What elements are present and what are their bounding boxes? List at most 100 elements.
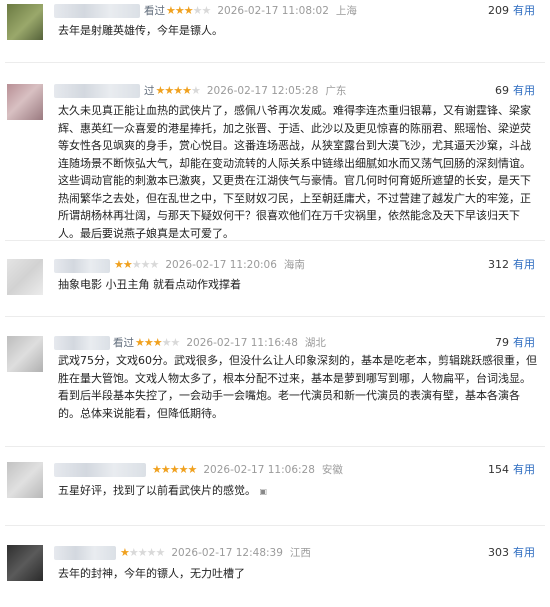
vote-area: 303 有用	[488, 545, 535, 561]
review-location: 广东	[325, 85, 347, 97]
review-meta: 看过★★★★★ 2026-02-17 11:08:02 上海	[144, 3, 357, 19]
review-text-body: 五星好评，找到了以前看武侠片的感觉。	[58, 484, 256, 497]
vote-count: 209	[488, 4, 509, 17]
divider	[5, 446, 545, 447]
star-empty-icon: ★	[191, 84, 201, 97]
star-filled-icon: ★	[152, 336, 163, 349]
star-empty-icon: ★	[155, 546, 166, 559]
review-text: 去年是射雕英雄传，今年是镖人。	[58, 24, 223, 37]
review-date: 2026-02-17 12:05:28	[206, 85, 319, 97]
avatar[interactable]	[7, 336, 43, 372]
star-filled-icon: ★	[152, 463, 162, 476]
rating-stars: ★★★★★	[135, 335, 181, 351]
review-meta: 过★★★★★ 2026-02-17 12:05:28 广东	[144, 83, 346, 99]
star-empty-icon: ★	[146, 546, 157, 559]
star-filled-icon: ★	[173, 84, 183, 97]
star-empty-icon: ★	[161, 336, 172, 349]
star-filled-icon: ★	[164, 84, 174, 97]
star-empty-icon: ★	[137, 546, 148, 559]
review-text: 太久未见真正能让血热的武侠片了，感佩八爷再次发威。难得李连杰重归银幕，又有谢霆锋…	[58, 104, 531, 240]
review-meta: ★★★★★ 2026-02-17 11:20:06 海南	[113, 257, 305, 273]
star-filled-icon: ★	[178, 463, 189, 476]
star-filled-icon: ★	[143, 336, 154, 349]
review-location: 江西	[289, 547, 311, 559]
vote-area: 154 有用	[488, 462, 535, 478]
review-location: 湖北	[304, 337, 326, 349]
divider	[5, 525, 545, 526]
star-empty-icon: ★	[140, 258, 151, 271]
review-date: 2026-02-17 11:16:48	[186, 337, 298, 349]
star-empty-icon: ★	[128, 546, 139, 559]
rating-stars: ★★★★★	[156, 83, 201, 99]
username-blurred[interactable]	[54, 259, 110, 273]
star-filled-icon: ★	[122, 258, 133, 271]
vote-area: 79 有用	[495, 335, 535, 351]
username-blurred[interactable]	[54, 463, 146, 477]
review-meta: ★★★★★ 2026-02-17 11:06:28 安徽	[151, 462, 343, 478]
star-filled-icon: ★	[183, 4, 194, 17]
star-filled-icon: ★	[120, 546, 130, 559]
divider	[5, 62, 545, 63]
vote-area: 209 有用	[488, 3, 535, 19]
star-empty-icon: ★	[170, 336, 181, 349]
star-filled-icon: ★	[174, 4, 185, 17]
star-filled-icon: ★	[169, 463, 180, 476]
avatar[interactable]	[7, 84, 43, 120]
review-text: 抽象电影 小丑主角 就看点动作戏撑着	[58, 278, 241, 291]
review-meta: 看过★★★★★ 2026-02-17 11:16:48 湖北	[113, 335, 326, 351]
username-blurred[interactable]	[54, 546, 116, 560]
avatar[interactable]	[7, 259, 43, 295]
avatar[interactable]	[7, 462, 43, 498]
useful-button[interactable]: 有用	[513, 336, 535, 349]
useful-button[interactable]: 有用	[513, 463, 535, 476]
review-text: 去年的封神，今年的镖人，无力吐槽了	[58, 567, 245, 580]
avatar[interactable]	[7, 4, 43, 40]
watch-status: 看过	[113, 337, 134, 349]
review-text: 五星好评，找到了以前看武侠片的感觉。 ▣	[58, 482, 538, 501]
username-blurred[interactable]	[54, 84, 140, 98]
rating-stars: ★★★★★	[114, 257, 160, 273]
username-blurred[interactable]	[54, 4, 140, 18]
divider	[5, 316, 545, 317]
review-date: 2026-02-17 12:48:39	[171, 547, 283, 559]
photo-icon: ▣	[259, 487, 268, 496]
useful-button[interactable]: 有用	[513, 84, 535, 97]
star-filled-icon: ★	[182, 84, 192, 97]
star-filled-icon: ★	[114, 258, 124, 271]
star-empty-icon: ★	[192, 4, 203, 17]
watch-status: 过	[144, 85, 155, 97]
vote-count: 79	[495, 336, 509, 349]
avatar[interactable]	[7, 545, 43, 581]
star-filled-icon: ★	[187, 463, 198, 476]
star-empty-icon: ★	[149, 258, 160, 271]
review-item: ★★★★★ 2026-02-17 11:06:28 安徽 154 有用 五星好评，找到…	[0, 460, 550, 510]
star-empty-icon: ★	[201, 4, 212, 17]
useful-button[interactable]: 有用	[513, 546, 535, 559]
vote-count: 154	[488, 463, 509, 476]
review-location: 海南	[283, 259, 305, 271]
vote-area: 312 有用	[488, 257, 535, 273]
review-date: 2026-02-17 11:06:28	[203, 464, 315, 476]
star-filled-icon: ★	[135, 336, 145, 349]
useful-button[interactable]: 有用	[513, 258, 535, 271]
review-item: 看过★★★★★ 2026-02-17 11:08:02 上海 209 有用 去年是射雕…	[0, 0, 550, 52]
review-item: ★★★★★ 2026-02-17 12:48:39 江西 303 有用 去年的封神，今…	[0, 544, 550, 594]
review-item: 过★★★★★ 2026-02-17 12:05:28 广东 69 有用 太久未见真正能…	[0, 80, 550, 240]
vote-area: 69 有用	[495, 83, 535, 99]
star-filled-icon: ★	[166, 4, 176, 17]
review-date: 2026-02-17 11:20:06	[165, 259, 277, 271]
star-empty-icon: ★	[131, 258, 142, 271]
vote-count: 69	[495, 84, 509, 97]
review-item: ★★★★★ 2026-02-17 11:20:06 海南 312 有用 抽象电影 小丑…	[0, 256, 550, 306]
review-location: 上海	[335, 5, 357, 17]
review-meta: ★★★★★ 2026-02-17 12:48:39 江西	[119, 545, 311, 561]
review-item: 看过★★★★★ 2026-02-17 11:16:48 湖北 79 有用 武戏75分，…	[0, 333, 550, 420]
rating-stars: ★★★★★	[152, 462, 198, 478]
useful-button[interactable]: 有用	[513, 4, 535, 17]
divider	[5, 240, 545, 241]
review-text: 武戏75分，文戏60分。武戏很多，但没什么让人印象深刻的，基本是吃老本，剪辑跳跃…	[58, 354, 537, 420]
vote-count: 303	[488, 546, 509, 559]
review-date: 2026-02-17 11:08:02	[217, 5, 329, 17]
review-location: 安徽	[321, 464, 343, 476]
username-blurred[interactable]	[54, 336, 110, 350]
